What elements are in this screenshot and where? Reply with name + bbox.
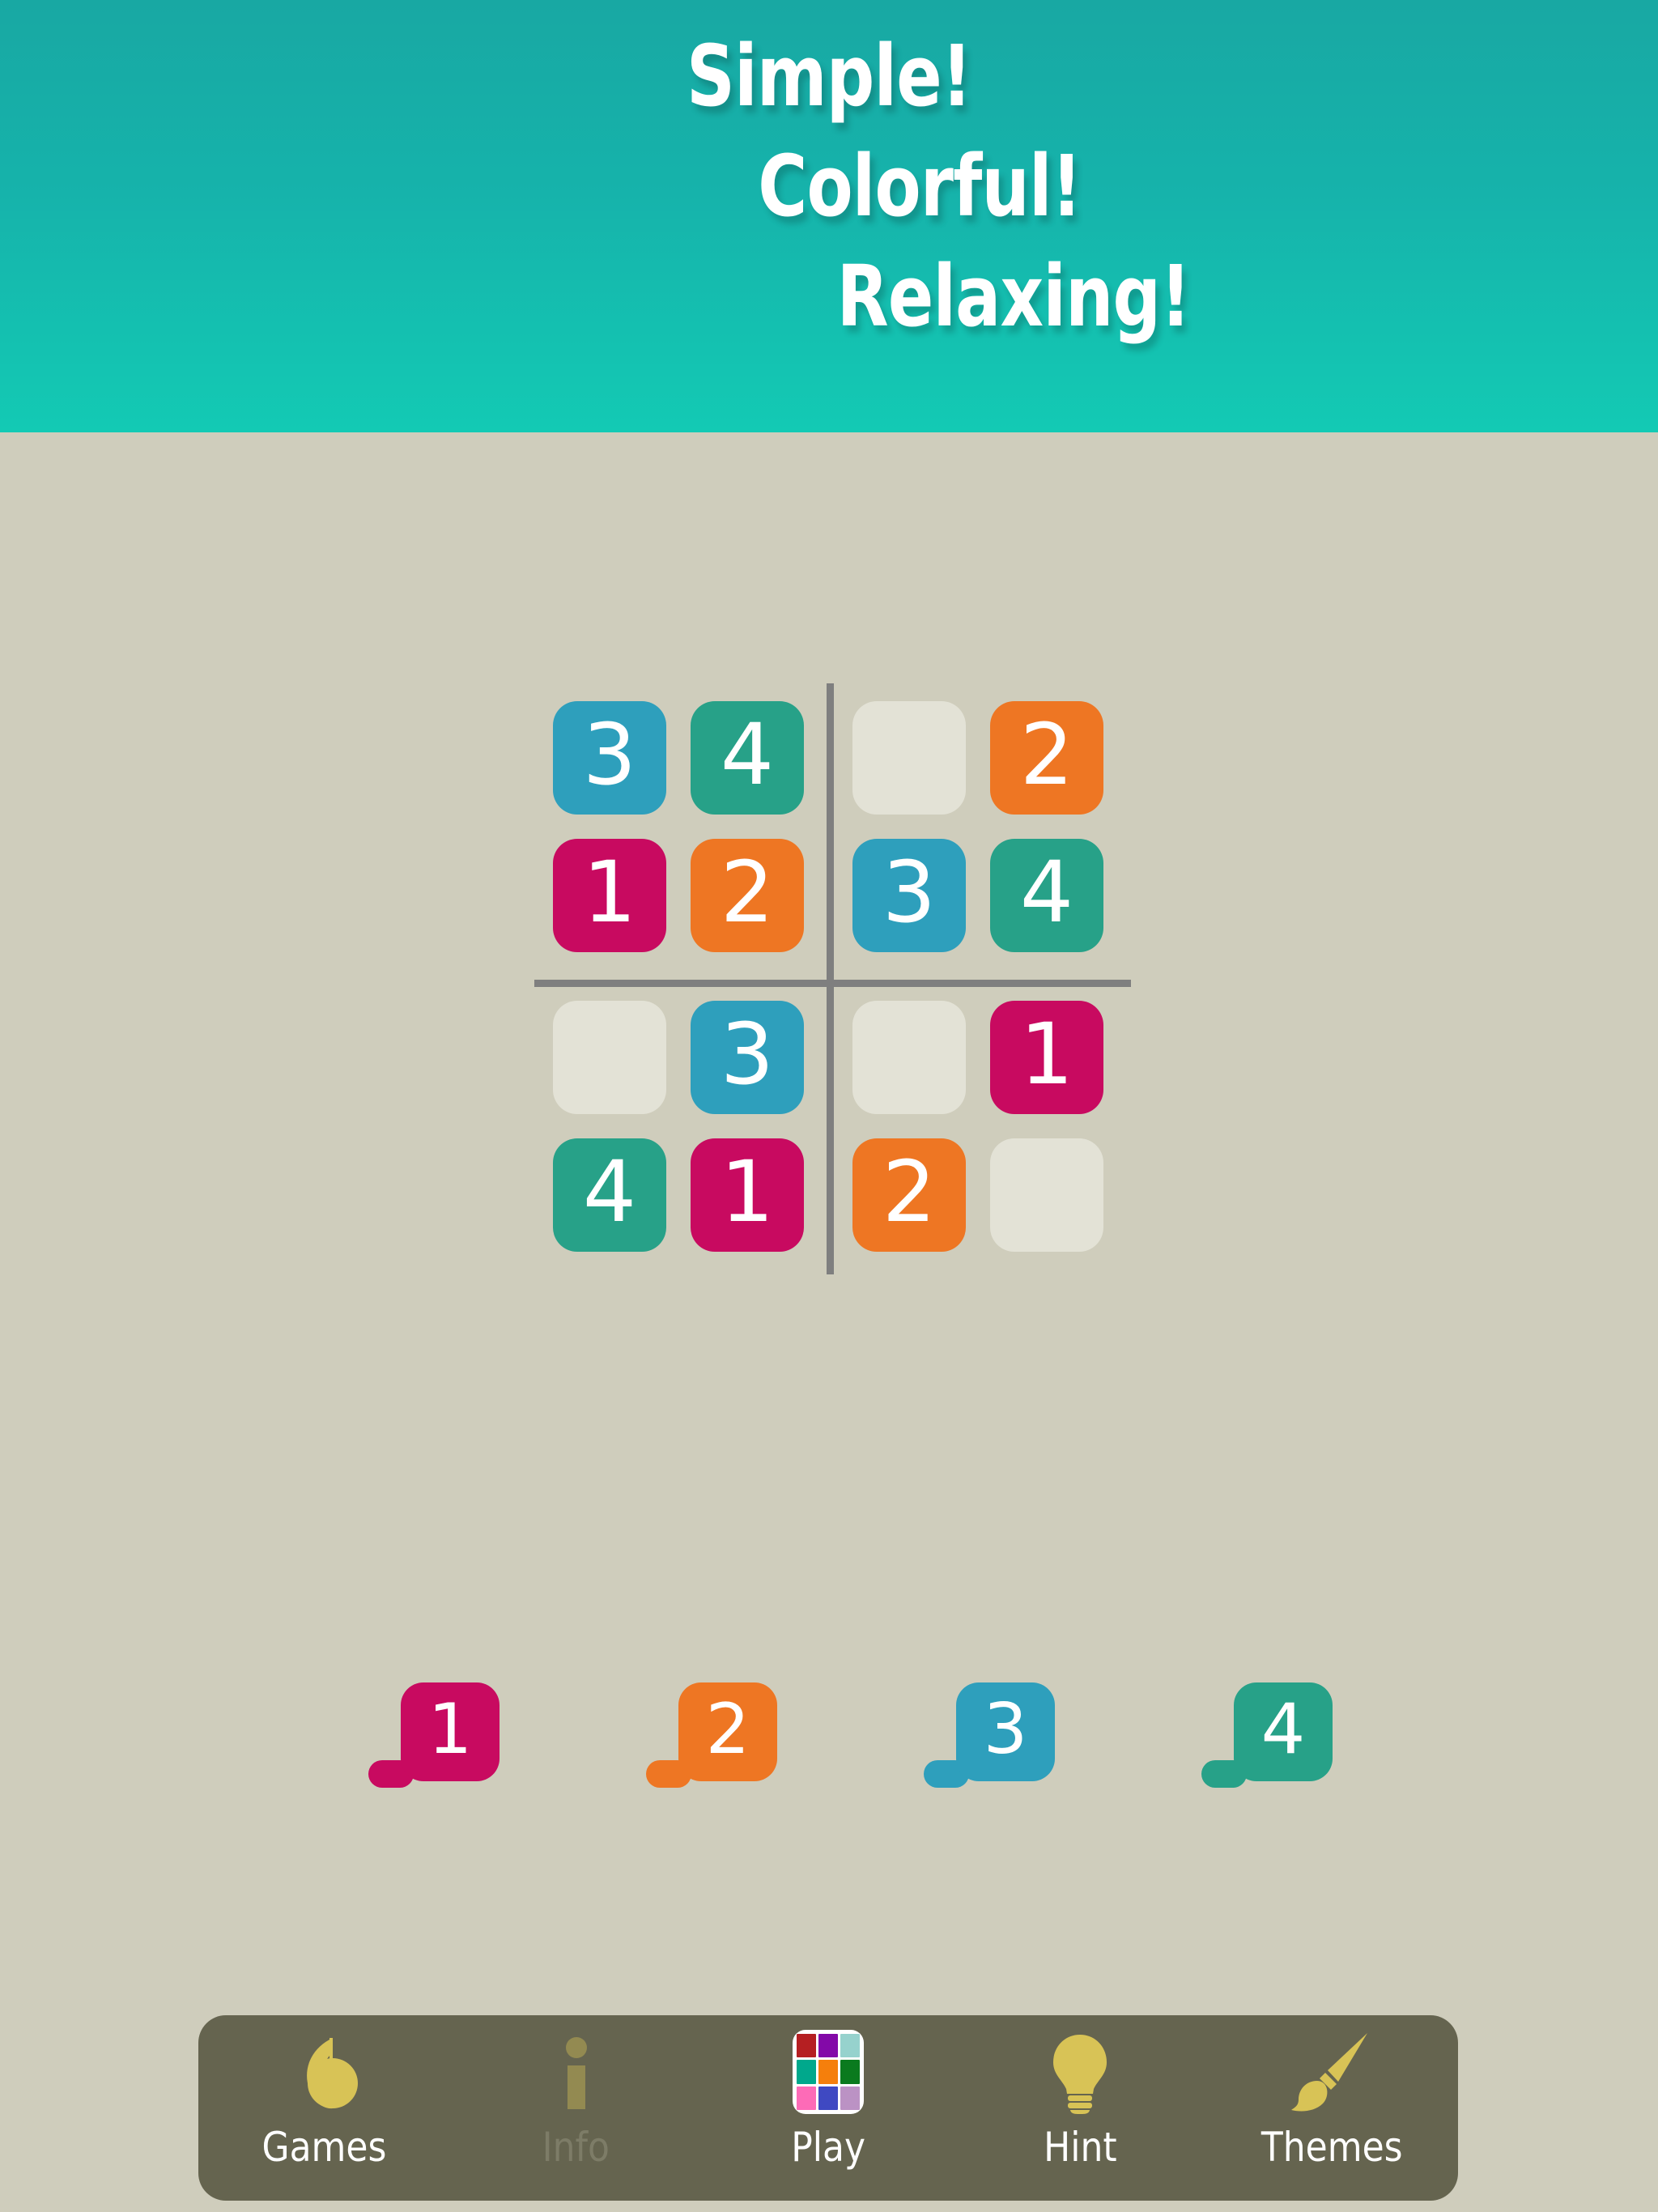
tagline-line-3: Relaxing! bbox=[836, 247, 1192, 346]
number-selector[interactable]: 1 2 3 4 bbox=[368, 1682, 1333, 1804]
sudoku-board[interactable]: 342123431412 bbox=[534, 683, 1131, 1274]
board-cell-r2c2[interactable]: 2 bbox=[691, 839, 804, 952]
bottom-toolbar: Games Info Play Hint Themes bbox=[198, 2015, 1458, 2201]
board-cell-value: 1 bbox=[1019, 1005, 1074, 1104]
toolbar-item-play[interactable]: Play bbox=[715, 2028, 942, 2167]
numpad-button-4[interactable]: 4 bbox=[1234, 1682, 1333, 1781]
board-cell-r3c3[interactable] bbox=[852, 1001, 966, 1114]
board-cell-value: 2 bbox=[882, 1142, 937, 1241]
color-grid-swatch-8 bbox=[818, 2086, 838, 2110]
board-cell-value: 2 bbox=[1019, 705, 1074, 804]
color-grid-swatch-7 bbox=[796, 2086, 816, 2110]
board-cell-r4c2[interactable]: 1 bbox=[691, 1138, 804, 1252]
board-cell-value: 4 bbox=[720, 705, 775, 804]
info-icon bbox=[534, 2028, 619, 2116]
tagline-line-1: Simple! bbox=[687, 27, 972, 125]
toolbar-label-hint: Hint bbox=[1043, 2124, 1117, 2171]
board-cell-r1c3[interactable] bbox=[852, 701, 966, 815]
toolbar-item-info[interactable]: Info bbox=[463, 2028, 690, 2167]
board-cell-r2c3[interactable]: 3 bbox=[852, 839, 966, 952]
header-banner: Simple! Colorful! Relaxing! bbox=[0, 0, 1658, 432]
toolbar-label-play: Play bbox=[791, 2124, 865, 2171]
board-cell-r2c1[interactable]: 1 bbox=[553, 839, 666, 952]
board-cell-r1c4[interactable]: 2 bbox=[990, 701, 1103, 815]
toolbar-label-themes: Themes bbox=[1261, 2124, 1403, 2171]
board-cell-r2c4[interactable]: 4 bbox=[990, 839, 1103, 952]
numpad-button-label: 1 bbox=[427, 1689, 473, 1770]
numpad-button-label: 2 bbox=[705, 1689, 750, 1770]
toolbar-item-games[interactable]: Games bbox=[211, 2028, 438, 2167]
app-screen: Simple! Colorful! Relaxing! 342123431412… bbox=[0, 0, 1658, 2212]
board-cell-r1c2[interactable]: 4 bbox=[691, 701, 804, 815]
board-cell-r3c4[interactable]: 1 bbox=[990, 1001, 1103, 1114]
board-cell-r1c1[interactable]: 3 bbox=[553, 701, 666, 815]
paintbrush-icon bbox=[1290, 2028, 1374, 2116]
color-grid-swatch-2 bbox=[818, 2034, 838, 2058]
color-grid-icon bbox=[792, 2028, 864, 2116]
board-divider-horizontal bbox=[534, 980, 1131, 987]
board-cell-value: 2 bbox=[720, 843, 775, 942]
board-cell-r4c4[interactable] bbox=[990, 1138, 1103, 1252]
lightbulb-icon bbox=[1038, 2028, 1122, 2116]
numpad-button-3[interactable]: 3 bbox=[956, 1682, 1055, 1781]
numpad-button-2[interactable]: 2 bbox=[678, 1682, 777, 1781]
numpad-button-label: 4 bbox=[1261, 1689, 1306, 1770]
toolbar-label-games: Games bbox=[261, 2124, 387, 2171]
numpad-button-label: 3 bbox=[983, 1689, 1028, 1770]
board-cell-value: 3 bbox=[882, 843, 937, 942]
color-grid-swatch-9 bbox=[840, 2086, 860, 2110]
color-grid-swatch-5 bbox=[818, 2060, 838, 2084]
color-grid-swatch-3 bbox=[840, 2034, 860, 2058]
color-grid-swatch-4 bbox=[796, 2060, 816, 2084]
toolbar-label-info: Info bbox=[542, 2124, 610, 2171]
toolbar-item-themes[interactable]: Themes bbox=[1218, 2028, 1445, 2167]
board-divider-vertical bbox=[827, 683, 834, 1274]
toolbar-item-hint[interactable]: Hint bbox=[967, 2028, 1193, 2167]
board-cell-r4c3[interactable]: 2 bbox=[852, 1138, 966, 1252]
board-cell-value: 1 bbox=[582, 843, 637, 942]
color-grid-swatch-1 bbox=[796, 2034, 816, 2058]
color-grid-swatches bbox=[792, 2030, 864, 2114]
board-cell-value: 1 bbox=[720, 1142, 775, 1241]
board-cell-r3c2[interactable]: 3 bbox=[691, 1001, 804, 1114]
color-grid-swatch-6 bbox=[840, 2060, 860, 2084]
tagline-line-2: Colorful! bbox=[758, 137, 1082, 236]
board-cell-value: 4 bbox=[582, 1142, 637, 1241]
board-cell-value: 3 bbox=[720, 1005, 775, 1104]
numpad-button-1[interactable]: 1 bbox=[401, 1682, 500, 1781]
board-cell-value: 3 bbox=[582, 705, 637, 804]
board-cell-value: 4 bbox=[1019, 843, 1074, 942]
note-logo-icon bbox=[283, 2028, 367, 2116]
board-cell-r4c1[interactable]: 4 bbox=[553, 1138, 666, 1252]
board-cell-r3c1[interactable] bbox=[553, 1001, 666, 1114]
